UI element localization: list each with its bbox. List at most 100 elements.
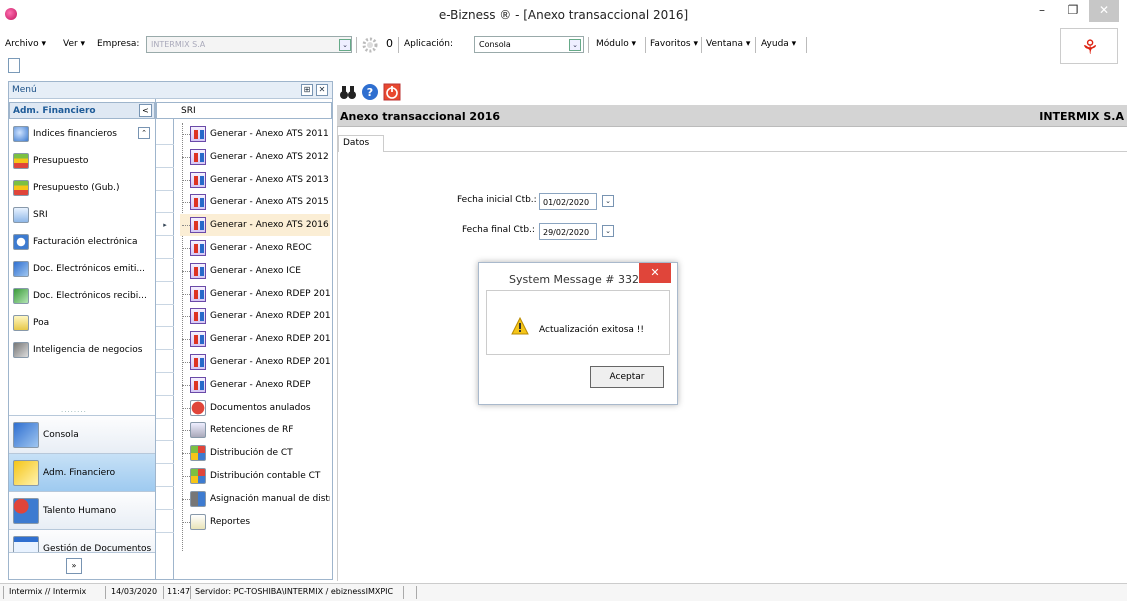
pie-chart-icon [13,126,29,142]
module-button[interactable]: Talento Humano [9,491,155,529]
tree-item-label: Retenciones de RF [210,425,294,436]
tree-item[interactable]: Retenciones de RF [180,419,330,441]
tree-item[interactable]: Distribución de CT [180,442,330,464]
pin-icon[interactable]: ⊞ [301,84,313,96]
fecha-final-dropdown-icon[interactable]: ⌄ [602,225,614,237]
menu-panel-header: Menú ⊞ ✕ [9,82,332,99]
row-marker[interactable] [156,169,174,191]
tree-item[interactable]: Generar - Anexo RDEP 2016 [180,351,330,373]
tab-datos[interactable]: Datos [338,135,384,152]
row-marker[interactable] [156,260,174,282]
tree-item[interactable]: Generar - Anexo RDEP 2014 [180,328,330,350]
nav-item[interactable]: Presupuesto (Gub.) [9,176,155,200]
expand-icon[interactable]: » [66,558,82,574]
menu-archivo[interactable]: Archivo ▾ [5,39,46,49]
empresa-field[interactable]: INTERMIX S.A [146,36,352,53]
module-button[interactable]: Adm. Financiero [9,453,155,491]
scroll-up-icon[interactable]: ⌃ [138,127,150,139]
binoculars-icon[interactable] [339,83,357,101]
menu-bar: Archivo ▾ Ver ▾ Empresa: INTERMIX S.A ⌄ … [0,33,1127,57]
collapse-icon[interactable]: < [139,104,152,117]
aplicacion-dropdown-icon[interactable]: ⌄ [569,39,581,51]
tree-item[interactable]: Documentos anulados [180,397,330,419]
splitter-handle[interactable]: ........ [61,406,87,414]
row-marker[interactable] [156,191,174,214]
row-marker[interactable] [156,442,174,465]
menu-ver[interactable]: Ver ▾ [63,39,85,49]
row-marker[interactable] [156,465,174,487]
system-message-dialog: System Message # 332 ✕ Actualización exi… [478,262,678,405]
help-icon[interactable]: ? [361,83,379,101]
tree-item[interactable]: Asignación manual de distri... [180,488,330,510]
warning-icon [511,317,529,335]
fecha-inicial-field[interactable]: 01/02/2020 [539,193,597,210]
company-logo-box: ⚘ [1060,28,1118,64]
tree-item[interactable]: Generar - Anexo ATS 2015 [180,191,330,213]
fecha-inicial-dropdown-icon[interactable]: ⌄ [602,195,614,207]
tree-item-label: Reportes [210,516,251,527]
fecha-final-field[interactable]: 29/02/2020 [539,223,597,240]
nav-item[interactable]: SRI [9,203,155,227]
row-marker[interactable] [156,283,174,305]
empresa-dropdown-icon[interactable]: ⌄ [339,39,351,51]
power-icon[interactable] [383,83,401,101]
close-button[interactable]: ✕ [1089,0,1119,22]
tree-item[interactable]: Reportes [180,511,330,533]
row-marker[interactable] [156,328,174,351]
module-button[interactable]: Consola [9,415,155,453]
row-marker[interactable] [156,123,174,145]
status-user: Intermix // Intermix [9,587,87,596]
aplicacion-select[interactable]: Consola [474,36,584,53]
tree-item[interactable]: Generar - Anexo ATS 2011 [180,123,330,145]
nav-item[interactable]: Doc. Electrónicos emiti... [9,257,155,281]
maximize-button[interactable]: ❐ [1056,0,1090,22]
row-marker[interactable] [156,237,174,259]
row-marker[interactable] [156,374,174,396]
menu-favoritos[interactable]: Favoritos ▾ [650,39,698,49]
accept-button[interactable]: Aceptar [590,366,664,388]
menu-panel: Menú ⊞ ✕ Adm. Financiero < Indices finan… [8,81,333,580]
row-marker[interactable]: ▸ [156,214,174,237]
tree-item[interactable]: Generar - Anexo REOC [180,237,330,259]
row-marker[interactable] [156,351,174,373]
tree-item-label: Generar - Anexo RDEP 2012 [210,288,330,299]
nav-item[interactable]: Indices financieros ⌃ [9,122,155,146]
tree-item[interactable]: Distribución contable CT [180,465,330,487]
module-label: Talento Humano [43,506,117,516]
fecha-final-label: Fecha final Ctb.: [462,225,535,235]
talento-humano-icon [13,498,39,524]
tree-item[interactable]: Generar - Anexo ATS 2012 [180,146,330,168]
nav-item[interactable]: Inteligencia de negocios [9,338,155,362]
tree-item[interactable]: Generar - Anexo RDEP 2012 [180,283,330,305]
gear-icon[interactable] [360,35,380,55]
row-marker[interactable] [156,397,174,419]
menu-title: Menú [12,85,37,95]
tree-item[interactable]: Generar - Anexo ATS 2016 [180,214,330,237]
minimize-button[interactable]: – [1025,0,1059,22]
menu-ayuda[interactable]: Ayuda ▾ [761,39,796,49]
tree-item-label: Generar - Anexo REOC [210,243,312,253]
row-marker[interactable] [156,305,174,328]
nav-item[interactable]: Poa [9,311,155,335]
row-marker[interactable] [156,488,174,510]
row-marker[interactable] [156,511,174,533]
row-marker[interactable] [156,146,174,168]
tree-item[interactable]: Generar - Anexo RDEP [180,374,330,396]
ats-icon [190,262,206,279]
menu-ventana[interactable]: Ventana ▾ [706,39,750,49]
menu-modulo[interactable]: Módulo ▾ [596,39,636,49]
nav-item-label: Indices financieros [33,129,117,139]
tree-item[interactable]: Generar - Anexo RDEP 2013 [180,305,330,327]
nav-item[interactable]: Doc. Electrónicos recibi... [9,284,155,308]
dialog-close-button[interactable]: ✕ [639,263,671,283]
sri-header: SRI [156,102,332,119]
empresa-label: Empresa: [97,39,140,49]
tree-item[interactable]: Generar - Anexo ATS 2013 [180,169,330,191]
close-panel-icon[interactable]: ✕ [316,84,328,96]
nav-item[interactable]: Facturación electrónica [9,230,155,254]
sri-icon [13,207,29,223]
nav-item[interactable]: Presupuesto [9,149,155,173]
tree-item[interactable]: Generar - Anexo ICE [180,260,330,282]
row-marker[interactable] [156,419,174,442]
quick-toggle[interactable] [8,58,20,73]
